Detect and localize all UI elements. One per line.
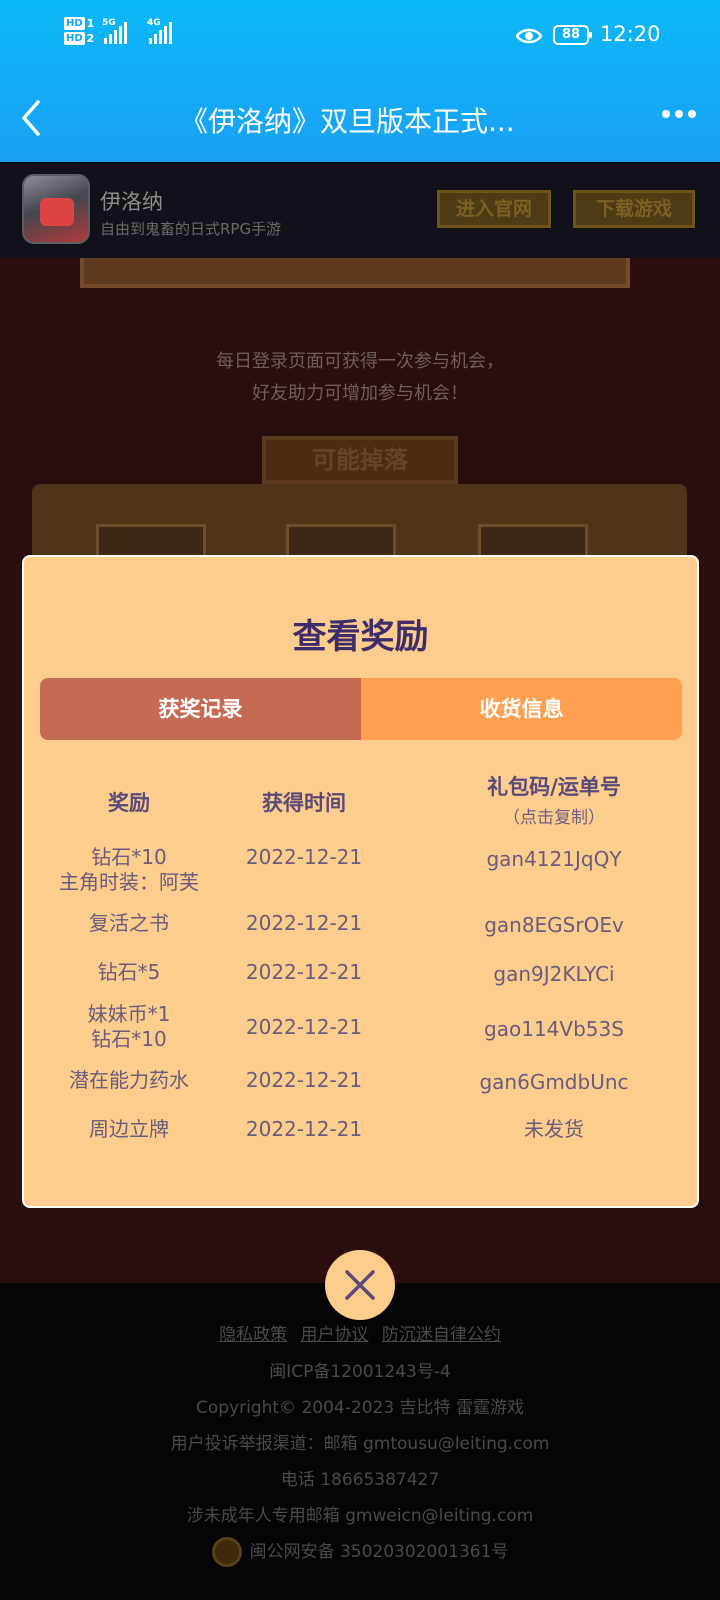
table-row-code[interactable]: gan8EGSrOEv	[419, 913, 689, 938]
table-row-time: 2022-12-21	[245, 1015, 363, 1039]
modal-title: 查看奖励	[292, 617, 429, 657]
event-banner	[80, 258, 630, 288]
copyright-text: Copyright© 2004-2023 吉比特 雷霆游戏	[196, 1398, 524, 1418]
close-icon	[345, 1270, 375, 1300]
sim2-hd-badge: HD	[64, 32, 85, 45]
sim2-number: 2	[86, 32, 95, 45]
table-row-time: 2022-12-21	[245, 1068, 363, 1092]
signal-5g-tag: 5G	[102, 18, 116, 28]
more-options-icon[interactable]	[662, 110, 696, 118]
privacy-policy-link[interactable]: 隐私政策	[219, 1325, 287, 1345]
police-badge-icon	[211, 1537, 242, 1567]
tab-shipping-info[interactable]: 收货信息	[361, 678, 682, 740]
signal-5g-icon: 5G	[102, 18, 127, 44]
table-row-code[interactable]: gan6GmdbUnc	[419, 1070, 689, 1095]
table-row-time: 2022-12-21	[245, 845, 363, 869]
event-tip-line1: 每日登录页面可获得一次参与机会，	[216, 351, 504, 372]
complaint-email: 用户投诉举报渠道：邮箱 gmtousu@leiting.com	[170, 1434, 550, 1454]
table-row-time: 2022-12-21	[245, 960, 363, 984]
table-row-code[interactable]: gan4121JqQY	[419, 847, 689, 872]
table-row-reward: 潜在能力药水	[69, 1068, 189, 1092]
rewards-modal: 查看奖励 获奖记录 收货信息 奖励 获得时间 礼包码/运单号 （点击复制） 钻石…	[22, 555, 699, 1208]
table-row-reward: 妹妹币*1 钻石*10	[44, 1002, 214, 1052]
column-header-code-hint: （点击复制）	[503, 808, 605, 828]
top-bar: HD 1 HD 2 5G 4G 88 12:20 《伊洛纳》双旦版本正式...	[0, 0, 720, 162]
phone-number: 电话 18665387427	[280, 1470, 440, 1490]
battery-icon: 88	[553, 25, 592, 45]
reward-line: 妹妹币*1	[87, 1002, 171, 1026]
modal-tabs: 获奖记录 收货信息	[40, 678, 682, 740]
user-agreement-link[interactable]: 用户协议	[301, 1325, 369, 1345]
event-tip-line2: 好友助力可增加参与机会！	[252, 383, 468, 404]
table-row-reward: 周边立牌	[89, 1117, 169, 1141]
table-row-reward: 复活之书	[89, 911, 169, 935]
column-header-code: 礼包码/运单号	[487, 775, 621, 799]
sim1-hd-badge: HD	[64, 17, 85, 30]
footer-links: 隐私政策 用户协议 防沉迷自律公约	[0, 1320, 720, 1345]
tab-reward-records[interactable]: 获奖记录	[40, 678, 361, 740]
official-site-button[interactable]: 进入官网	[437, 190, 551, 228]
table-row-reward: 钻石*5	[97, 960, 161, 984]
signal-4g-icon: 4G	[147, 18, 172, 44]
minor-email: 涉未成年人专用邮箱 gmweicn@leiting.com	[186, 1506, 534, 1526]
reward-line: 钻石*10	[91, 1027, 167, 1051]
status-bar: HD 1 HD 2 5G 4G 88 12:20	[0, 0, 720, 72]
close-button[interactable]	[325, 1250, 395, 1320]
back-arrow-icon[interactable]	[18, 98, 44, 138]
navigation-header: 《伊洛纳》双旦版本正式...	[0, 82, 720, 152]
status-time: 12:20	[600, 22, 661, 46]
anti-addiction-link[interactable]: 防沉迷自律公约	[382, 1325, 501, 1345]
table-row-code[interactable]: gao114Vb53S	[419, 1017, 689, 1042]
reward-line: 主角时装：阿芙	[59, 870, 199, 894]
download-game-button[interactable]: 下载游戏	[573, 190, 695, 228]
game-subtitle: 自由到鬼畜的日式RPG手游	[100, 220, 282, 238]
table-row-code: 未发货	[524, 1117, 584, 1141]
event-tip: 每日登录页面可获得一次参与机会， 好友助力可增加参与机会！	[0, 346, 720, 410]
drops-title: 可能掉落	[262, 436, 458, 484]
icp-record: 闽ICP备12001243号-4	[269, 1362, 451, 1382]
page-title: 《伊洛纳》双旦版本正式...	[180, 105, 515, 138]
table-row-reward: 钻石*10 主角时装：阿芙	[44, 845, 214, 895]
eye-comfort-icon	[516, 28, 542, 44]
game-name: 伊洛纳	[100, 190, 163, 214]
table-row-time: 2022-12-21	[245, 1117, 363, 1141]
table-row-code[interactable]: gan9J2KLYCi	[419, 962, 689, 987]
sim-indicators: HD 1 HD 2	[64, 16, 94, 46]
game-app-icon	[22, 174, 90, 244]
reward-line: 钻石*10	[91, 845, 167, 869]
police-record-text: 闽公网安备 35020302001361号	[249, 1542, 509, 1562]
sim1-number: 1	[86, 17, 95, 30]
signal-indicators: 5G 4G	[102, 18, 172, 44]
column-header-time: 获得时间	[262, 791, 346, 815]
police-record: 闽公网安备 35020302001361号	[0, 1537, 720, 1567]
table-row-time: 2022-12-21	[245, 911, 363, 935]
column-header-reward: 奖励	[108, 791, 150, 815]
signal-4g-tag: 4G	[147, 18, 161, 28]
